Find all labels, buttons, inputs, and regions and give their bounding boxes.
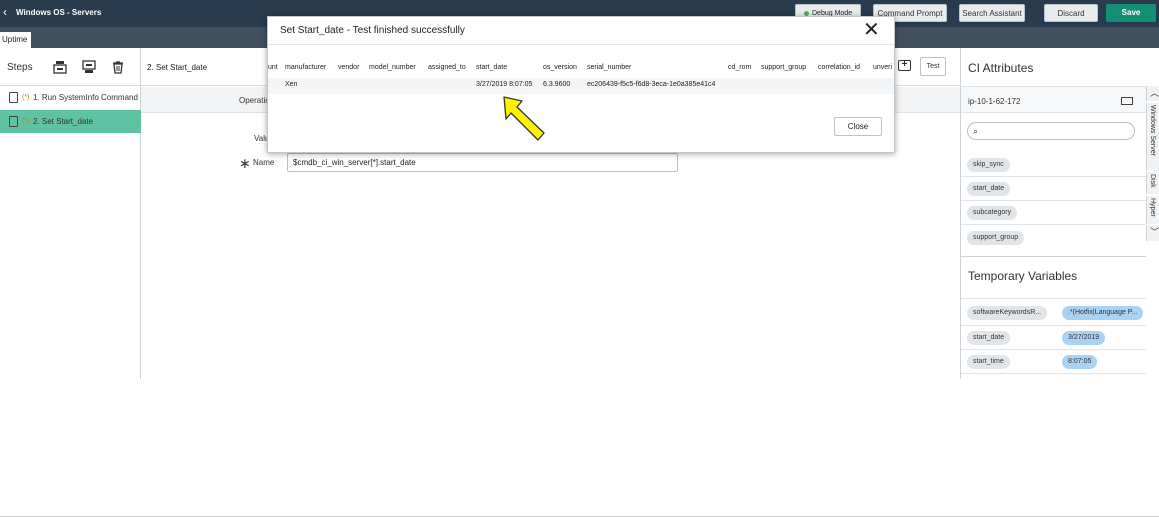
search-icon: ⌕: [973, 126, 979, 136]
operation-label: Operatic: [239, 96, 270, 105]
attribute-pill[interactable]: subcategory: [967, 206, 1018, 220]
divider: [961, 224, 1146, 225]
temp-var-value-pill[interactable]: 3/27/2019: [1062, 331, 1106, 345]
column-header: vendor: [338, 64, 360, 71]
column-header: unt: [268, 64, 278, 71]
column-header: support_group: [761, 64, 807, 71]
column-header: correlation_id: [818, 64, 861, 71]
step-title: 2. Set Start_date: [147, 63, 208, 72]
divider: [961, 256, 1146, 257]
trash-icon[interactable]: [111, 60, 125, 74]
cell-manufacturer: Xen: [285, 81, 298, 88]
required-asterisk-icon: ∗: [239, 155, 251, 171]
column-header: cd_rom: [728, 64, 752, 71]
temp-var-value-pill[interactable]: 8:07:05: [1062, 355, 1098, 369]
steps-label: Steps: [7, 62, 33, 73]
divider: [961, 373, 1146, 374]
keyboard-icon[interactable]: [1121, 97, 1133, 105]
discard-button[interactable]: Discard: [1044, 4, 1098, 22]
temp-var-name-pill[interactable]: start_time: [967, 355, 1010, 369]
divider: [961, 325, 1146, 326]
save-button[interactable]: Save: [1106, 4, 1156, 22]
step-item-run-systeminfo[interactable]: (*) 1. Run SystemInfo Command: [0, 86, 141, 109]
column-header: serial_number: [587, 64, 632, 71]
divider: [268, 44, 894, 45]
tab-windows-server[interactable]: Windows Server: [1146, 103, 1159, 171]
add-step-above-icon[interactable]: [53, 60, 67, 74]
column-header: assigned_to: [428, 64, 466, 71]
ci-name: ip-10-1-62-172: [968, 97, 1021, 106]
column-header: os_version: [543, 64, 577, 71]
test-button[interactable]: Test: [920, 57, 946, 76]
right-panel: CI Attributes ip-10-1-62-172 ⌕ skip_sync…: [960, 48, 1159, 379]
divider: [961, 176, 1146, 177]
column-header: manufacturer: [285, 64, 327, 71]
highlight-arrow-icon: [503, 96, 545, 141]
page-title: Windows OS - Servers: [16, 8, 102, 17]
tab-disk[interactable]: Disk: [1146, 172, 1159, 194]
temp-var-value-pill[interactable]: .*(Hotfix|Language P...: [1062, 306, 1144, 320]
name-input[interactable]: $cmdb_ci_win_server[*].start_date: [287, 153, 678, 172]
add-comment-icon[interactable]: +: [898, 60, 911, 71]
column-header: model_number: [369, 64, 416, 71]
cell-start-date: 3/27/2019 8:07:05: [476, 81, 533, 88]
attribute-pill[interactable]: support_group: [967, 231, 1025, 245]
temp-var-name-pill[interactable]: start_date: [967, 331, 1011, 345]
function-icon: (*): [22, 94, 30, 101]
scroll-up-chevron-icon[interactable]: ︿: [1146, 86, 1159, 101]
add-step-below-icon[interactable]: [82, 60, 96, 74]
attribute-pill[interactable]: start_date: [967, 182, 1011, 196]
temp-var-name-pill[interactable]: softwareKeywordsR...: [967, 306, 1048, 320]
steps-panel: Steps (*) 1. Run SystemInfo Command (*) …: [0, 48, 141, 379]
page-bottom-border: [0, 516, 1159, 517]
attribute-pill[interactable]: skip_sync: [967, 158, 1010, 172]
column-header: unveri: [873, 64, 893, 71]
attribute-search-input[interactable]: ⌕: [967, 122, 1135, 140]
status-dot-icon: [804, 10, 809, 16]
document-icon: [9, 92, 18, 103]
divider: [961, 349, 1146, 350]
divider: [961, 200, 1146, 201]
test-result-dialog: Set Start_date - Test finished successfu…: [267, 16, 895, 153]
cell-serial-number: ec206439-f5c5-f6d8-3eca-1e0a385e41c4: [587, 81, 716, 88]
close-button[interactable]: Close: [834, 117, 882, 136]
cell-os-version: 6.3.9600: [543, 81, 571, 88]
ci-attributes-title: CI Attributes: [968, 61, 1034, 75]
steps-toolbar: Steps: [0, 48, 140, 86]
name-label: Name: [253, 158, 275, 167]
dialog-title: Set Start_date - Test finished successfu…: [280, 25, 465, 36]
table-row: Xen 3/27/2019 8:07:05 6.3.9600 ec206439-…: [268, 78, 894, 94]
tab-uptime[interactable]: Uptime: [0, 32, 31, 48]
close-icon[interactable]: ✕: [863, 20, 880, 40]
function-icon: (*): [22, 118, 30, 125]
scroll-down-chevron-icon[interactable]: ﹀: [1146, 225, 1159, 241]
document-icon: [9, 116, 18, 127]
divider: [961, 298, 1146, 299]
temporary-variables-title: Temporary Variables: [968, 269, 1078, 283]
results-table-header: unt manufacturer vendor model_number ass…: [268, 61, 894, 75]
column-header: start_date: [476, 64, 508, 71]
back-chevron-icon[interactable]: ‹: [3, 6, 7, 18]
tab-hyper[interactable]: Hyper: [1146, 196, 1159, 224]
search-assistant-button[interactable]: Search Assistant: [959, 4, 1025, 22]
step-item-set-start-date[interactable]: (*) 2. Set Start_date: [0, 110, 141, 133]
